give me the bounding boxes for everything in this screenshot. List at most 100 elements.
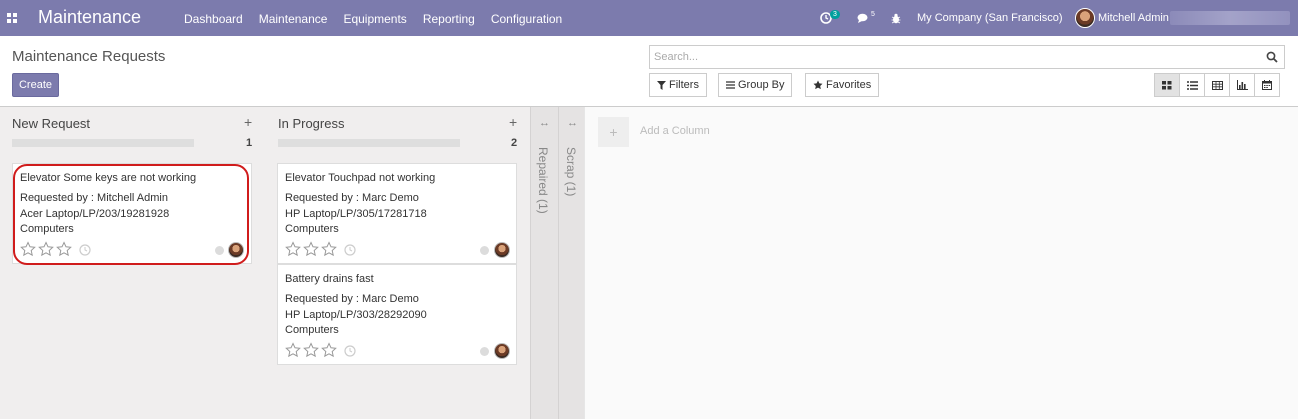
kanban-card[interactable]: Elevator Some keys are not working Reque… (12, 163, 252, 264)
chat-icon (857, 13, 868, 23)
assignee-avatar (494, 343, 510, 359)
kanban-board: New Request + 1 Elevator Some keys are n… (0, 107, 1298, 419)
menu-configuration[interactable]: Configuration (491, 12, 562, 26)
control-panel: Maintenance Requests Create Search... Fi… (0, 36, 1298, 107)
card-category: Computers (20, 223, 74, 235)
filter-icon (657, 80, 666, 90)
favorites-button[interactable]: Favorites (805, 73, 880, 97)
card-equipment: HP Laptop/LP/305/17281718 (285, 208, 427, 220)
activity-menu[interactable]: 3 (820, 0, 840, 36)
calendar-view-button[interactable] (1254, 73, 1280, 97)
user-name: Mitchell Admin (1098, 12, 1169, 24)
message-badge: 5 (871, 10, 875, 18)
star-empty-icon[interactable] (303, 241, 319, 257)
blurred-db-name (1170, 0, 1290, 36)
card-equipment: HP Laptop/LP/303/28292090 (285, 309, 427, 321)
star-icon (813, 80, 823, 90)
top-navbar: Maintenance Dashboard Maintenance Equipm… (0, 0, 1298, 36)
table-icon (1211, 80, 1223, 90)
star-empty-icon[interactable] (303, 342, 319, 358)
user-avatar (1075, 8, 1095, 28)
folded-column-label: Scrap (1) (564, 147, 578, 197)
debug-menu[interactable] (891, 0, 901, 36)
unfold-arrows-icon[interactable]: ↔ (567, 117, 578, 129)
favorites-label: Favorites (826, 79, 872, 91)
bug-icon (891, 13, 901, 23)
page-title: Maintenance Requests (12, 48, 166, 65)
column-progress-bar[interactable] (12, 139, 194, 147)
main-menu: Dashboard Maintenance Equipments Reporti… (184, 12, 578, 26)
search-icon[interactable] (1266, 51, 1278, 63)
add-column-area: + Add a Column (584, 107, 1298, 419)
kanban-state-dot[interactable] (480, 347, 489, 356)
menu-maintenance[interactable]: Maintenance (259, 12, 328, 26)
card-title: Elevator Touchpad not working (285, 172, 436, 184)
graph-view-button[interactable] (1229, 73, 1255, 97)
activity-clock-icon[interactable] (79, 244, 91, 256)
add-column-plus-icon[interactable]: + (598, 117, 629, 147)
folded-column-label: Repaired (1) (536, 147, 550, 214)
pivot-view-button[interactable] (1204, 73, 1230, 97)
card-requested-by: Requested by : Mitchell Admin (20, 192, 168, 204)
card-category: Computers (285, 223, 339, 235)
kanban-state-dot[interactable] (480, 246, 489, 255)
kanban-icon (1162, 80, 1172, 89)
star-empty-icon[interactable] (285, 342, 301, 358)
column-count: 1 (246, 137, 253, 149)
apps-menu-icon[interactable] (7, 13, 17, 23)
card-equipment: Acer Laptop/LP/203/19281928 (20, 208, 170, 220)
kanban-card[interactable]: Battery drains fast Requested by : Marc … (277, 264, 517, 365)
app-brand[interactable]: Maintenance (38, 7, 141, 28)
star-empty-icon[interactable] (56, 241, 72, 257)
filters-label: Filters (669, 79, 699, 91)
filters-button[interactable]: Filters (649, 73, 707, 97)
priority-stars (285, 342, 339, 358)
add-column-label[interactable]: Add a Column (640, 125, 710, 137)
activity-badge: 3 (830, 9, 840, 19)
column-title-in-progress: In Progress (278, 116, 345, 131)
group-by-label: Group By (738, 79, 785, 91)
list-icon (726, 81, 735, 89)
assignee-avatar (228, 242, 244, 258)
star-empty-icon[interactable] (321, 241, 337, 257)
bar-chart-icon (1236, 80, 1248, 90)
card-category: Computers (285, 324, 339, 336)
star-empty-icon[interactable] (321, 342, 337, 358)
menu-equipments[interactable]: Equipments (343, 12, 406, 26)
card-title: Battery drains fast (285, 273, 374, 285)
card-title: Elevator Some keys are not working (20, 172, 197, 184)
activity-clock-icon[interactable] (344, 345, 356, 357)
group-by-button[interactable]: Group By (718, 73, 793, 97)
company-switcher[interactable]: My Company (San Francisco) (917, 0, 1063, 36)
list-view-button[interactable] (1179, 73, 1205, 97)
column-progress-bar[interactable] (278, 139, 460, 147)
star-empty-icon[interactable] (285, 241, 301, 257)
activity-clock-icon[interactable] (344, 244, 356, 256)
assignee-avatar (494, 242, 510, 258)
quick-create-plus-icon[interactable]: + (509, 114, 517, 130)
folded-column-scrap[interactable]: ↔ Scrap (1) (558, 107, 586, 419)
folded-column-repaired[interactable]: ↔ Repaired (1) (530, 107, 558, 419)
menu-dashboard[interactable]: Dashboard (184, 12, 243, 26)
view-switcher (1154, 73, 1280, 97)
priority-stars (20, 241, 74, 257)
kanban-view-button[interactable] (1154, 73, 1180, 97)
user-menu[interactable]: Mitchell Admin (1075, 0, 1169, 36)
star-empty-icon[interactable] (38, 241, 54, 257)
star-empty-icon[interactable] (20, 241, 36, 257)
unfold-arrows-icon[interactable]: ↔ (539, 117, 550, 129)
messaging-menu[interactable]: 5 (857, 0, 875, 36)
kanban-card[interactable]: Elevator Touchpad not working Requested … (277, 163, 517, 264)
card-requested-by: Requested by : Marc Demo (285, 293, 419, 305)
column-title-new-request: New Request (12, 116, 91, 131)
quick-create-plus-icon[interactable]: + (244, 114, 252, 130)
column-count: 2 (511, 137, 518, 149)
create-button[interactable]: Create (12, 73, 59, 97)
card-requested-by: Requested by : Marc Demo (285, 192, 419, 204)
menu-reporting[interactable]: Reporting (423, 12, 475, 26)
priority-stars (285, 241, 339, 257)
search-bar[interactable]: Search... (649, 45, 1285, 69)
search-input[interactable]: Search... (654, 51, 698, 63)
calendar-icon (1262, 80, 1272, 90)
kanban-state-dot[interactable] (215, 246, 224, 255)
